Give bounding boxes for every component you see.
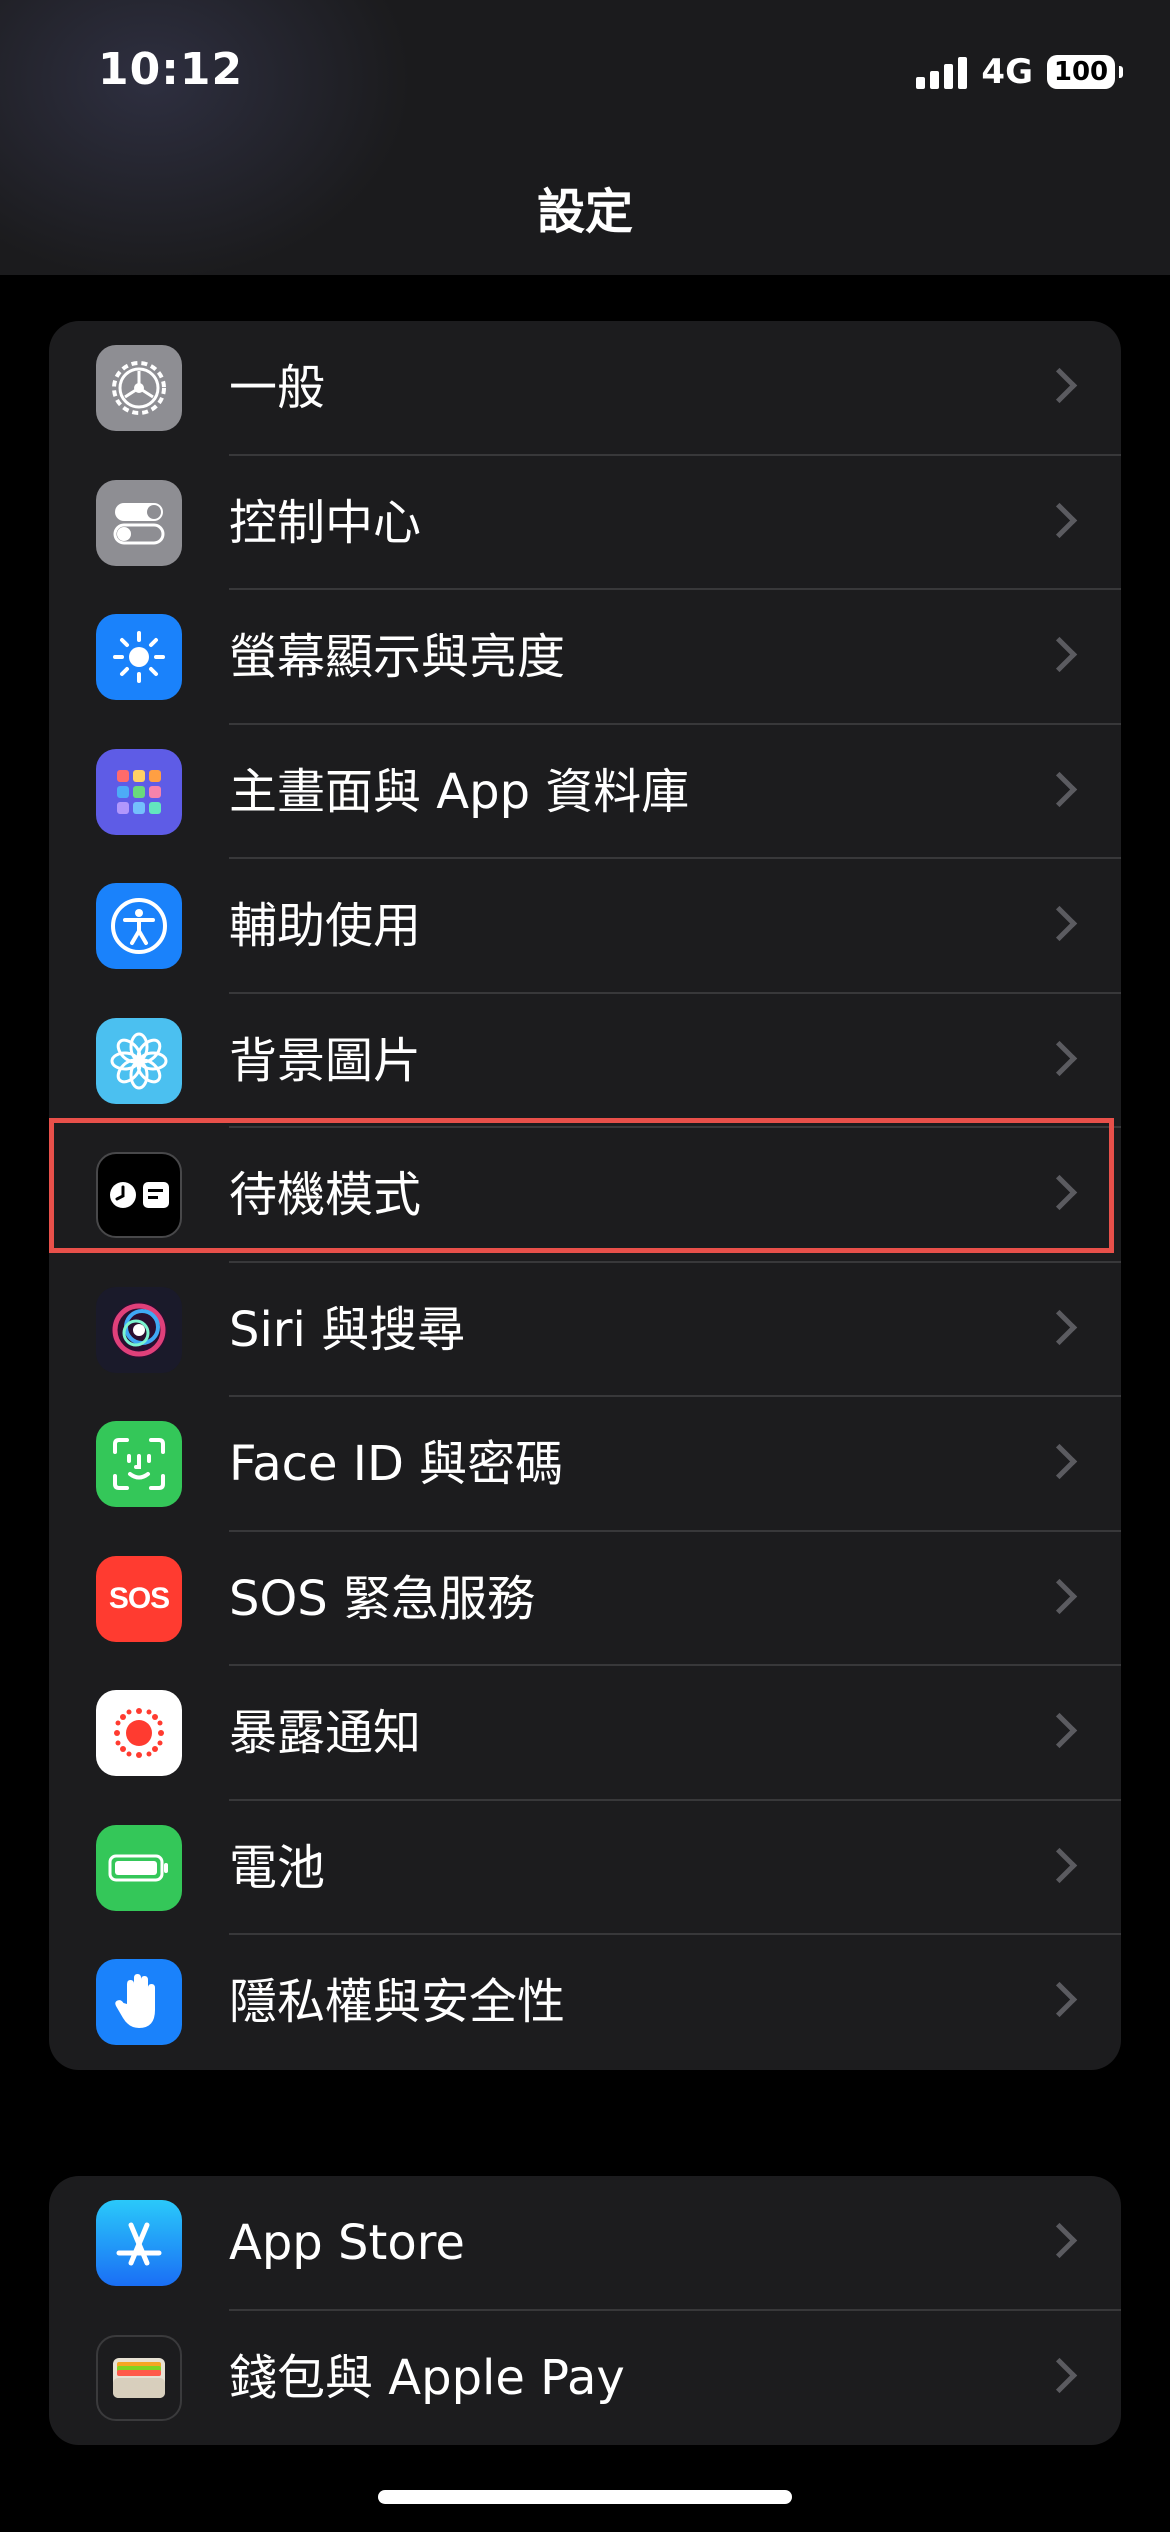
page-title: 設定 <box>536 184 633 240</box>
settings-item-label: 主畫面與 App 資料庫 <box>229 763 690 820</box>
settings-item-label: SOS 緊急服務 <box>229 1570 535 1627</box>
settings-group-main: 一般 控制中心 螢幕顯示與亮度 主畫面與 App 資料庫 輔助使用 背景圖片 待… <box>49 321 1121 2070</box>
settings-item-label: 電池 <box>229 1839 326 1896</box>
network-type: 4G <box>981 52 1033 92</box>
settings-item-emergency-sos[interactable]: SOS SOS 緊急服務 <box>49 1532 1121 1666</box>
settings-item-label: Face ID 與密碼 <box>229 1436 564 1492</box>
settings-item-wallpaper[interactable]: 背景圖片 <box>49 994 1121 1128</box>
settings-item-wallet-apple-pay[interactable]: 錢包與 Apple Pay <box>49 2311 1121 2446</box>
settings-item-label: 背景圖片 <box>229 1032 422 1089</box>
settings-item-general[interactable]: 一般 <box>49 321 1121 456</box>
status-indicators: 4G 100 <box>916 52 1123 92</box>
battery-icon <box>96 1824 182 1911</box>
status-time: 10:12 <box>98 44 244 95</box>
app-store-icon <box>96 2200 182 2286</box>
chevron-right-icon <box>1041 2222 1078 2259</box>
toggles-icon <box>96 479 182 566</box>
hand-icon <box>96 1959 182 2045</box>
chevron-right-icon <box>1041 2357 1078 2393</box>
settings-item-label: 一般 <box>229 360 326 416</box>
battery-indicator: 100 <box>1047 55 1123 89</box>
chevron-right-icon <box>1041 1174 1078 1211</box>
chevron-right-icon <box>1041 636 1078 673</box>
chevron-right-icon <box>1041 1847 1078 1883</box>
settings-item-exposure-notifications[interactable]: 暴露通知 <box>49 1666 1121 1801</box>
app-grid-icon <box>96 748 182 835</box>
settings-item-control-center[interactable]: 控制中心 <box>49 456 1121 590</box>
gear-icon <box>96 345 182 431</box>
signal-icon <box>916 55 968 89</box>
settings-item-face-id[interactable]: Face ID 與密碼 <box>49 1397 1121 1532</box>
sos-icon-text: SOS <box>108 1581 170 1615</box>
settings-item-privacy-security[interactable]: 隱私權與安全性 <box>49 1935 1121 2070</box>
chevron-right-icon <box>1041 905 1078 942</box>
chevron-right-icon <box>1041 367 1078 404</box>
chevron-right-icon <box>1041 1443 1078 1480</box>
settings-item-label: Siri 與搜尋 <box>229 1301 466 1358</box>
settings-item-label: 待機模式 <box>229 1167 422 1223</box>
settings-item-label: 輔助使用 <box>229 898 422 954</box>
accessibility-icon <box>96 883 182 969</box>
settings-item-label: 螢幕顯示與亮度 <box>229 629 566 685</box>
flower-icon <box>96 1017 182 1104</box>
settings-item-label: 錢包與 Apple Pay <box>229 2349 625 2406</box>
face-id-icon <box>96 1421 182 1507</box>
sos-icon: SOS <box>96 1555 182 1642</box>
settings-group-store: App Store 錢包與 Apple Pay <box>49 2176 1121 2445</box>
siri-icon <box>96 1286 182 1373</box>
wallet-icon <box>96 2334 182 2421</box>
exposure-icon <box>96 1690 182 1776</box>
settings-item-label: App Store <box>229 2215 465 2271</box>
settings-item-label: 暴露通知 <box>229 1705 422 1761</box>
home-indicator[interactable] <box>378 2490 792 2504</box>
settings-item-home-screen[interactable]: 主畫面與 App 資料庫 <box>49 725 1121 859</box>
settings-item-standby[interactable]: 待機模式 <box>49 1128 1121 1263</box>
settings-item-battery[interactable]: 電池 <box>49 1801 1121 1935</box>
nav-header: 10:12 4G 100 設定 <box>0 0 1170 275</box>
chevron-right-icon <box>1041 1578 1078 1614</box>
sun-icon <box>96 614 182 700</box>
standby-icon <box>96 1152 182 1238</box>
chevron-right-icon <box>1041 502 1078 538</box>
settings-item-label: 控制中心 <box>229 494 422 551</box>
settings-item-accessibility[interactable]: 輔助使用 <box>49 859 1121 994</box>
settings-item-display-brightness[interactable]: 螢幕顯示與亮度 <box>49 590 1121 725</box>
chevron-right-icon <box>1041 1309 1078 1345</box>
settings-item-siri-search[interactable]: Siri 與搜尋 <box>49 1263 1121 1397</box>
chevron-right-icon <box>1041 1981 1078 2018</box>
chevron-right-icon <box>1041 1712 1078 1749</box>
chevron-right-icon <box>1041 771 1078 807</box>
settings-item-label: 隱私權與安全性 <box>229 1974 566 2030</box>
settings-item-app-store[interactable]: App Store <box>49 2176 1121 2311</box>
chevron-right-icon <box>1041 1040 1078 1076</box>
